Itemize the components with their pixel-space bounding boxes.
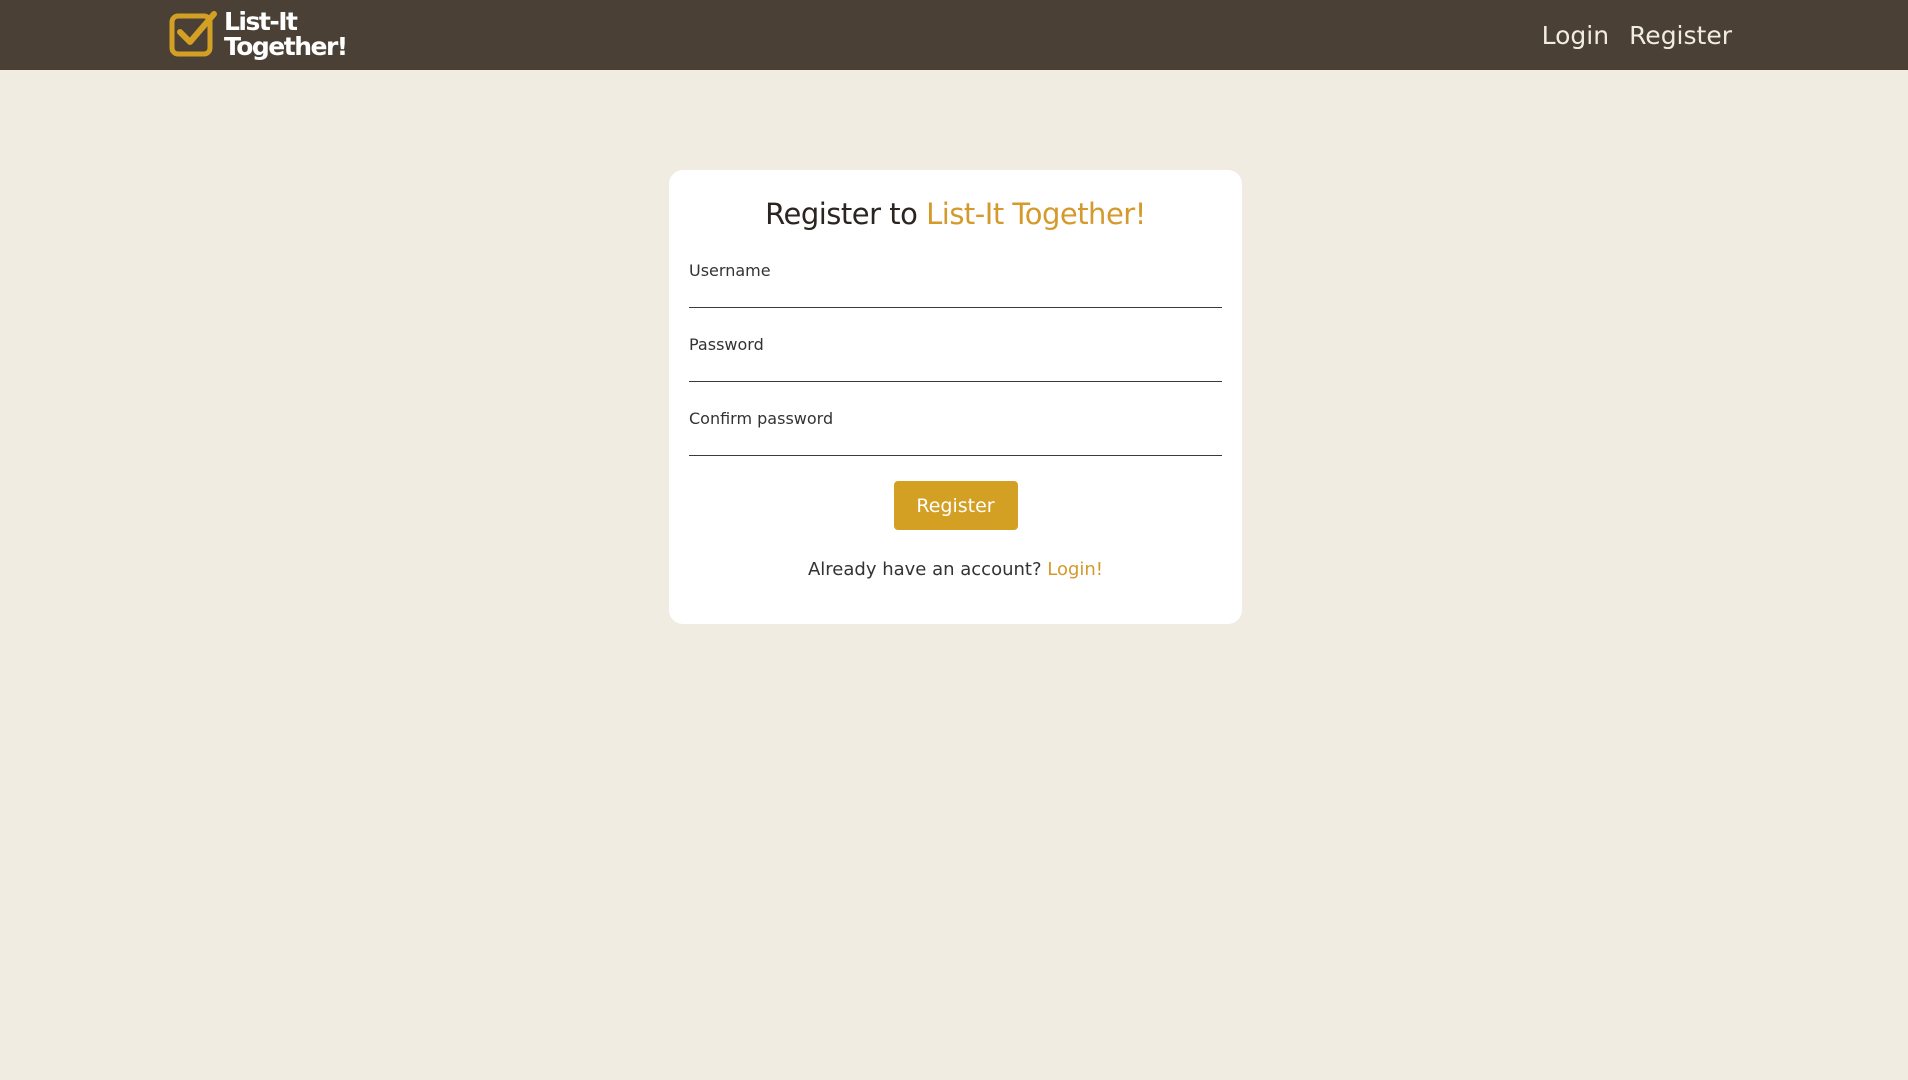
nav-register-link[interactable]: Register xyxy=(1629,21,1732,50)
password-field-group: Password xyxy=(689,334,1222,382)
confirm-password-input[interactable] xyxy=(689,430,1222,456)
app-logo[interactable]: List-It Together! xyxy=(168,6,348,62)
confirm-password-field-group: Confirm password xyxy=(689,408,1222,456)
nav-login-link[interactable]: Login xyxy=(1542,21,1609,50)
checkbox-logo-icon xyxy=(169,11,217,57)
register-card: Register to List-It Together! Username P… xyxy=(669,170,1242,624)
logo-line-1: List-It xyxy=(224,7,298,36)
username-label: Username xyxy=(689,261,771,280)
submit-row: Register xyxy=(689,481,1222,530)
top-navbar: List-It Together! Login Register xyxy=(0,0,1908,70)
page-title: Register to List-It Together! xyxy=(689,170,1222,234)
title-prefix: Register to xyxy=(765,197,918,231)
logo-wordmark: List-It Together! xyxy=(224,7,348,61)
logo-line-2: Together! xyxy=(224,32,348,61)
login-prompt-text: Already have an account? xyxy=(807,559,1042,580)
username-field-group: Username xyxy=(689,260,1222,308)
password-label: Password xyxy=(689,335,764,354)
register-button[interactable]: Register xyxy=(893,481,1018,530)
login-prompt: Already have an account? Login! xyxy=(689,559,1222,580)
username-input[interactable] xyxy=(689,282,1222,308)
password-input[interactable] xyxy=(689,356,1222,382)
login-link[interactable]: Login! xyxy=(1047,559,1103,580)
title-brand: List-It Together! xyxy=(926,197,1146,231)
nav-links: Login Register xyxy=(1542,0,1732,70)
confirm-password-label: Confirm password xyxy=(689,409,834,428)
